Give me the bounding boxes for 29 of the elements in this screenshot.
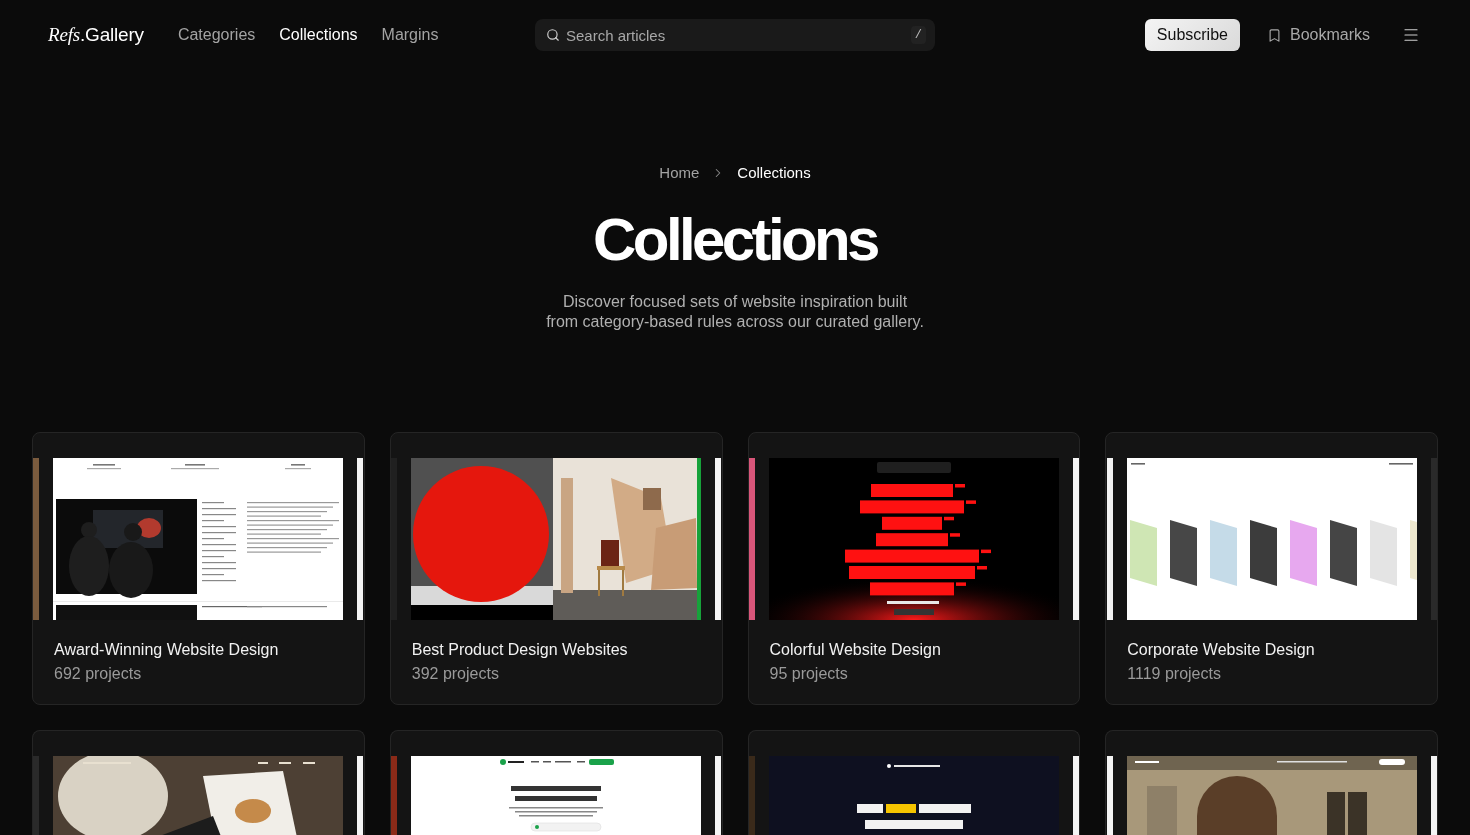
search-icon xyxy=(546,28,560,42)
collection-card[interactable] xyxy=(747,730,1081,835)
project-count: 692 projects xyxy=(54,664,142,684)
nav-link[interactable]: Collections xyxy=(279,23,358,47)
nav-link[interactable]: Margins xyxy=(381,23,439,47)
collection-title: Colorful Website Design xyxy=(769,640,941,660)
menu-icon xyxy=(1402,26,1420,44)
page-title: Collections xyxy=(593,210,877,270)
project-count: 95 projects xyxy=(769,664,848,684)
page-description: Discover focused sets of website inspiration built from category-based rules across our curated gallery. xyxy=(545,292,925,332)
collection-card[interactable]: Colorful Website Design 95 projects xyxy=(747,432,1081,705)
bookmarks-link[interactable]: Bookmarks xyxy=(1266,23,1370,47)
collection-card[interactable] xyxy=(32,730,365,835)
nav-link[interactable]: Categories xyxy=(177,23,256,47)
site-logo[interactable]: Refs.Gallery xyxy=(48,20,144,50)
collection-card[interactable]: Best Product Design Websites 392 projects xyxy=(389,432,723,705)
subscribe-button[interactable]: Subscribe xyxy=(1144,19,1240,51)
collection-title: Award-Winning Website Design xyxy=(54,640,279,660)
project-count: 1119 projects xyxy=(1127,664,1221,684)
collection-card[interactable] xyxy=(1105,730,1438,835)
collection-card[interactable] xyxy=(389,730,723,835)
collection-title: Corporate Website Design xyxy=(1127,640,1315,660)
bookmark-icon xyxy=(1266,27,1282,43)
breadcrumb-link[interactable]: Home xyxy=(659,161,700,185)
collection-title: Best Product Design Websites xyxy=(411,640,628,660)
breadcrumb-link[interactable]: Collections xyxy=(737,161,811,185)
collection-card[interactable]: Award-Winning Website Design 692 projects xyxy=(32,432,365,705)
collection-card[interactable]: Corporate Website Design 1119 projects xyxy=(1105,432,1438,705)
project-count: 392 projects xyxy=(411,664,499,684)
